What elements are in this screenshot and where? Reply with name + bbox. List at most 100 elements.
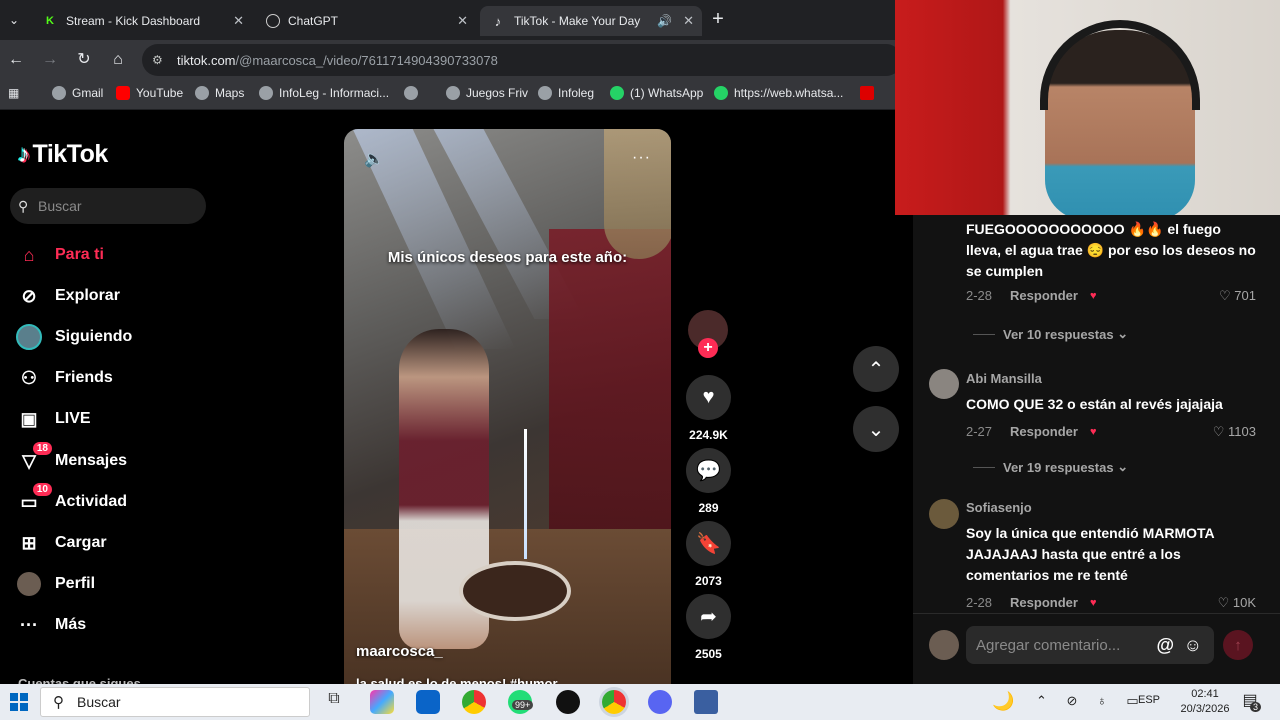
taskbar-search-input[interactable]: ⚲ Buscar xyxy=(40,687,310,717)
nav-label: Siguiendo xyxy=(55,328,133,345)
tab-kick-dashboard[interactable]: K Stream - Kick Dashboard ✕ xyxy=(32,6,252,36)
comment-meta: 2-28 Responder ♥ ♡ 10K xyxy=(966,595,1256,611)
system-tray-icons[interactable]: ⌃ ⊘ ♁ ▭ xyxy=(1036,693,1147,709)
outlook-icon[interactable] xyxy=(416,690,440,714)
video-player[interactable]: 🔈 ··· Mis únicos deseos para este año: m… xyxy=(344,129,671,684)
following-avatar-icon xyxy=(16,324,42,350)
bookmark-infoleg[interactable]: Infoleg xyxy=(538,86,594,100)
tab-title: ChatGPT xyxy=(288,14,339,28)
nav-mensajes[interactable]: ▽ 18 Mensajes xyxy=(16,442,127,474)
comment-like-button[interactable]: ♡ 701 xyxy=(1219,288,1256,304)
bookmark-whatsapp[interactable]: (1) WhatsApp xyxy=(610,86,703,100)
emoji-icon[interactable]: ☺ xyxy=(1184,635,1202,656)
bookmark-unnamed[interactable] xyxy=(404,86,424,100)
bookmark-juegos-friv[interactable]: Juegos Friv xyxy=(446,86,528,100)
whatsapp-icon[interactable]: 99+ xyxy=(508,690,534,714)
nav-label: LIVE xyxy=(55,410,91,427)
my-avatar xyxy=(929,630,959,660)
share-button[interactable]: ➦ 2505 xyxy=(686,594,731,661)
chrome-profile-icon[interactable] xyxy=(602,690,626,714)
bookmark-web-whatsapp[interactable]: https://web.whatsa... xyxy=(714,86,843,100)
nav-friends[interactable]: ⚇ Friends xyxy=(16,365,113,391)
comment-meta: 2-28 Responder ♥ ♡ 701 xyxy=(966,288,1256,304)
nav-perfil[interactable]: Perfil xyxy=(16,571,95,597)
search-input[interactable]: ⚲ Buscar xyxy=(10,188,206,224)
nav-para-ti[interactable]: ⌂ Para ti xyxy=(16,242,104,268)
clock[interactable]: 02:41 20/3/2026 xyxy=(1180,687,1230,717)
author-avatar-button[interactable]: + xyxy=(686,310,731,358)
close-tab-icon[interactable]: ✕ xyxy=(233,13,244,29)
video-author[interactable]: maarcosca_ xyxy=(356,643,443,660)
post-comment-button[interactable]: ↑ xyxy=(1223,630,1253,660)
nav-mas[interactable]: ··· Más xyxy=(16,612,86,638)
comment-like-count: 701 xyxy=(1234,287,1256,303)
nav-label: Actividad xyxy=(55,493,128,510)
volume-icon[interactable]: 🔈 xyxy=(364,149,384,169)
like-button[interactable]: ♥ 224.9K xyxy=(686,375,731,442)
forward-icon[interactable]: → xyxy=(40,50,60,70)
friends-icon: ⚇ xyxy=(20,367,38,388)
bookmark-label: YouTube xyxy=(136,86,184,100)
copilot-icon[interactable] xyxy=(370,690,394,714)
nav-live[interactable]: ▣ LIVE xyxy=(16,406,91,432)
bookmark-maps[interactable]: Maps xyxy=(195,86,244,100)
tab-chatgpt[interactable]: ChatGPT ✕ xyxy=(256,6,476,36)
video-menu-icon[interactable]: ··· xyxy=(632,149,651,167)
search-placeholder: Buscar xyxy=(38,198,82,214)
view-replies-button[interactable]: Ver 10 respuestas ⌄ xyxy=(973,326,1128,342)
bookmark-youtube[interactable]: YouTube xyxy=(116,86,183,100)
nav-siguiendo[interactable]: Siguiendo xyxy=(16,324,132,350)
task-view-icon[interactable]: ⧉ xyxy=(322,690,346,714)
comment-button[interactable]: 💬 289 xyxy=(686,448,731,515)
language-indicator[interactable]: ESP xyxy=(1138,694,1160,706)
comment-like-button[interactable]: ♡ 10K xyxy=(1218,595,1256,611)
next-video-button[interactable]: ⌄ xyxy=(853,406,899,452)
comment-like-button[interactable]: ♡ 1103 xyxy=(1213,424,1256,440)
commenter-avatar[interactable] xyxy=(929,369,959,399)
windows-taskbar: ⚲ Buscar ⧉ 99+ 🌙 ⌃ ⊘ ♁ ▭ ESP 02:41 20/3/… xyxy=(0,684,1280,720)
chrome-icon[interactable] xyxy=(462,690,486,714)
bookmark-red[interactable] xyxy=(860,86,880,100)
new-tab-button[interactable]: + xyxy=(708,9,728,29)
speaker-icon[interactable]: 🔊 xyxy=(657,14,672,28)
mention-icon[interactable]: @ xyxy=(1156,635,1174,656)
reply-button[interactable]: Responder xyxy=(1010,595,1078,610)
url-field[interactable]: ⚙ tiktok.com/@maarcosca_/video/761171490… xyxy=(142,44,902,76)
apps-icon[interactable]: ▦ xyxy=(8,86,19,100)
back-icon[interactable]: ← xyxy=(6,50,26,70)
whatsapp-badge: 99+ xyxy=(512,700,534,710)
bookmark-label: https://web.whatsa... xyxy=(734,86,844,100)
reload-icon[interactable]: ↻ xyxy=(74,50,94,70)
commenter-avatar[interactable] xyxy=(929,499,959,529)
bookmark-infoleg-informacion[interactable]: InfoLeg - Informaci... xyxy=(259,86,389,100)
commenter-name[interactable]: Abi Mansilla xyxy=(966,371,1042,386)
reply-button[interactable]: Responder xyxy=(1010,288,1078,303)
bookmark-gmail[interactable]: Gmail xyxy=(52,86,103,100)
nav-label: Más xyxy=(55,616,87,633)
close-tab-icon[interactable]: ✕ xyxy=(683,13,694,29)
follow-plus-icon[interactable]: + xyxy=(698,338,718,358)
tab-search-chevron-icon[interactable]: ⌄ xyxy=(4,10,24,30)
discord-icon[interactable] xyxy=(648,690,672,714)
nav-actividad[interactable]: ▭ 10 Actividad xyxy=(16,483,128,515)
home-icon[interactable]: ⌂ xyxy=(108,50,128,70)
view-replies-button[interactable]: Ver 19 respuestas ⌄ xyxy=(973,459,1128,475)
nav-explorar[interactable]: ⊘ Explorar xyxy=(16,283,119,309)
notifications-icon[interactable]: ▤ 3 xyxy=(1238,690,1262,714)
nav-cargar[interactable]: ⊞ Cargar xyxy=(16,530,106,556)
tab-tiktok[interactable]: ♪ TikTok - Make Your Day 🔊 ✕ xyxy=(480,6,702,36)
close-tab-icon[interactable]: ✕ xyxy=(457,13,468,29)
weather-moon-icon[interactable]: 🌙 xyxy=(992,691,1014,712)
commenter-name[interactable]: Sofiasenjo xyxy=(966,500,1032,515)
previous-video-button[interactable]: ⌃ xyxy=(853,346,899,392)
save-button[interactable]: 🔖 2073 xyxy=(686,521,731,588)
tiktok-logo[interactable]: ♪ TikTok xyxy=(18,140,108,169)
app-icon[interactable] xyxy=(556,690,580,714)
app-icon[interactable] xyxy=(694,690,718,714)
view-replies-label: Ver 19 respuestas xyxy=(1003,459,1114,475)
site-info-icon[interactable]: ⚙ xyxy=(152,53,163,67)
windows-start-icon[interactable] xyxy=(10,693,28,711)
comment-input[interactable]: Agregar comentario... @ ☺ xyxy=(966,626,1214,664)
comment-count: 289 xyxy=(698,501,719,515)
reply-button[interactable]: Responder xyxy=(1010,424,1078,439)
